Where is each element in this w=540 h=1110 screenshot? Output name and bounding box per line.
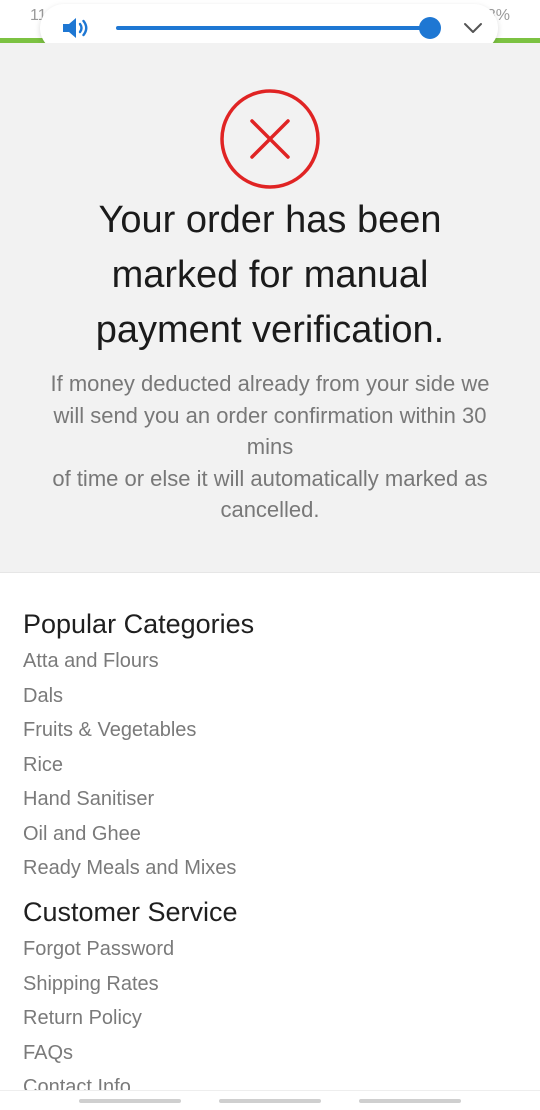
message-line: mins	[246, 434, 294, 459]
category-link-oil-ghee[interactable]: Oil and Ghee	[23, 817, 236, 852]
link-return-policy[interactable]: Return Policy	[23, 1001, 174, 1036]
chevron-down-icon[interactable]	[462, 18, 484, 38]
message-line: cancelled.	[220, 497, 320, 522]
volume-icon[interactable]	[60, 16, 90, 40]
nav-back-button[interactable]	[359, 1099, 461, 1103]
message-line: will send you an order confirmation with…	[53, 402, 487, 428]
popular-categories-heading: Popular Categories	[23, 609, 255, 639]
category-link-dals[interactable]: Dals	[23, 679, 236, 714]
category-link-rice[interactable]: Rice	[23, 748, 236, 783]
order-status-title: Your order has been marked for manual pa…	[30, 193, 510, 358]
title-line: marked for manual	[111, 254, 429, 296]
link-forgot-password[interactable]: Forgot Password	[23, 932, 174, 967]
customer-service-list: Forgot Password Shipping Rates Return Po…	[23, 932, 174, 1105]
message-line: of time or else it will automatically ma…	[52, 465, 488, 491]
system-navigation-bar	[0, 1090, 540, 1110]
category-link-atta-flours[interactable]: Atta and Flours	[23, 644, 236, 679]
page: 11:28 48% Your order has been marked for…	[0, 0, 540, 1110]
category-link-ready-meals[interactable]: Ready Meals and Mixes	[23, 851, 236, 886]
message-line: If money deducted already from your side…	[50, 371, 490, 396]
nav-home-button[interactable]	[219, 1099, 321, 1103]
order-status-panel: Your order has been marked for manual pa…	[0, 43, 540, 573]
title-line: payment verification.	[95, 309, 445, 351]
category-link-fruits-vegetables[interactable]: Fruits & Vegetables	[23, 713, 236, 748]
volume-slider[interactable]	[116, 17, 441, 39]
link-faqs[interactable]: FAQs	[23, 1036, 174, 1071]
error-x-icon	[220, 89, 320, 189]
customer-service-heading: Customer Service	[23, 897, 238, 927]
nav-recents-button[interactable]	[79, 1099, 181, 1103]
title-line: Your order has been	[98, 199, 442, 241]
volume-slider-thumb[interactable]	[419, 17, 441, 39]
category-link-hand-sanitiser[interactable]: Hand Sanitiser	[23, 782, 236, 817]
popular-categories-list: Atta and Flours Dals Fruits & Vegetables…	[23, 644, 236, 886]
order-status-message: If money deducted already from your side…	[20, 368, 520, 526]
link-shipping-rates[interactable]: Shipping Rates	[23, 967, 174, 1002]
